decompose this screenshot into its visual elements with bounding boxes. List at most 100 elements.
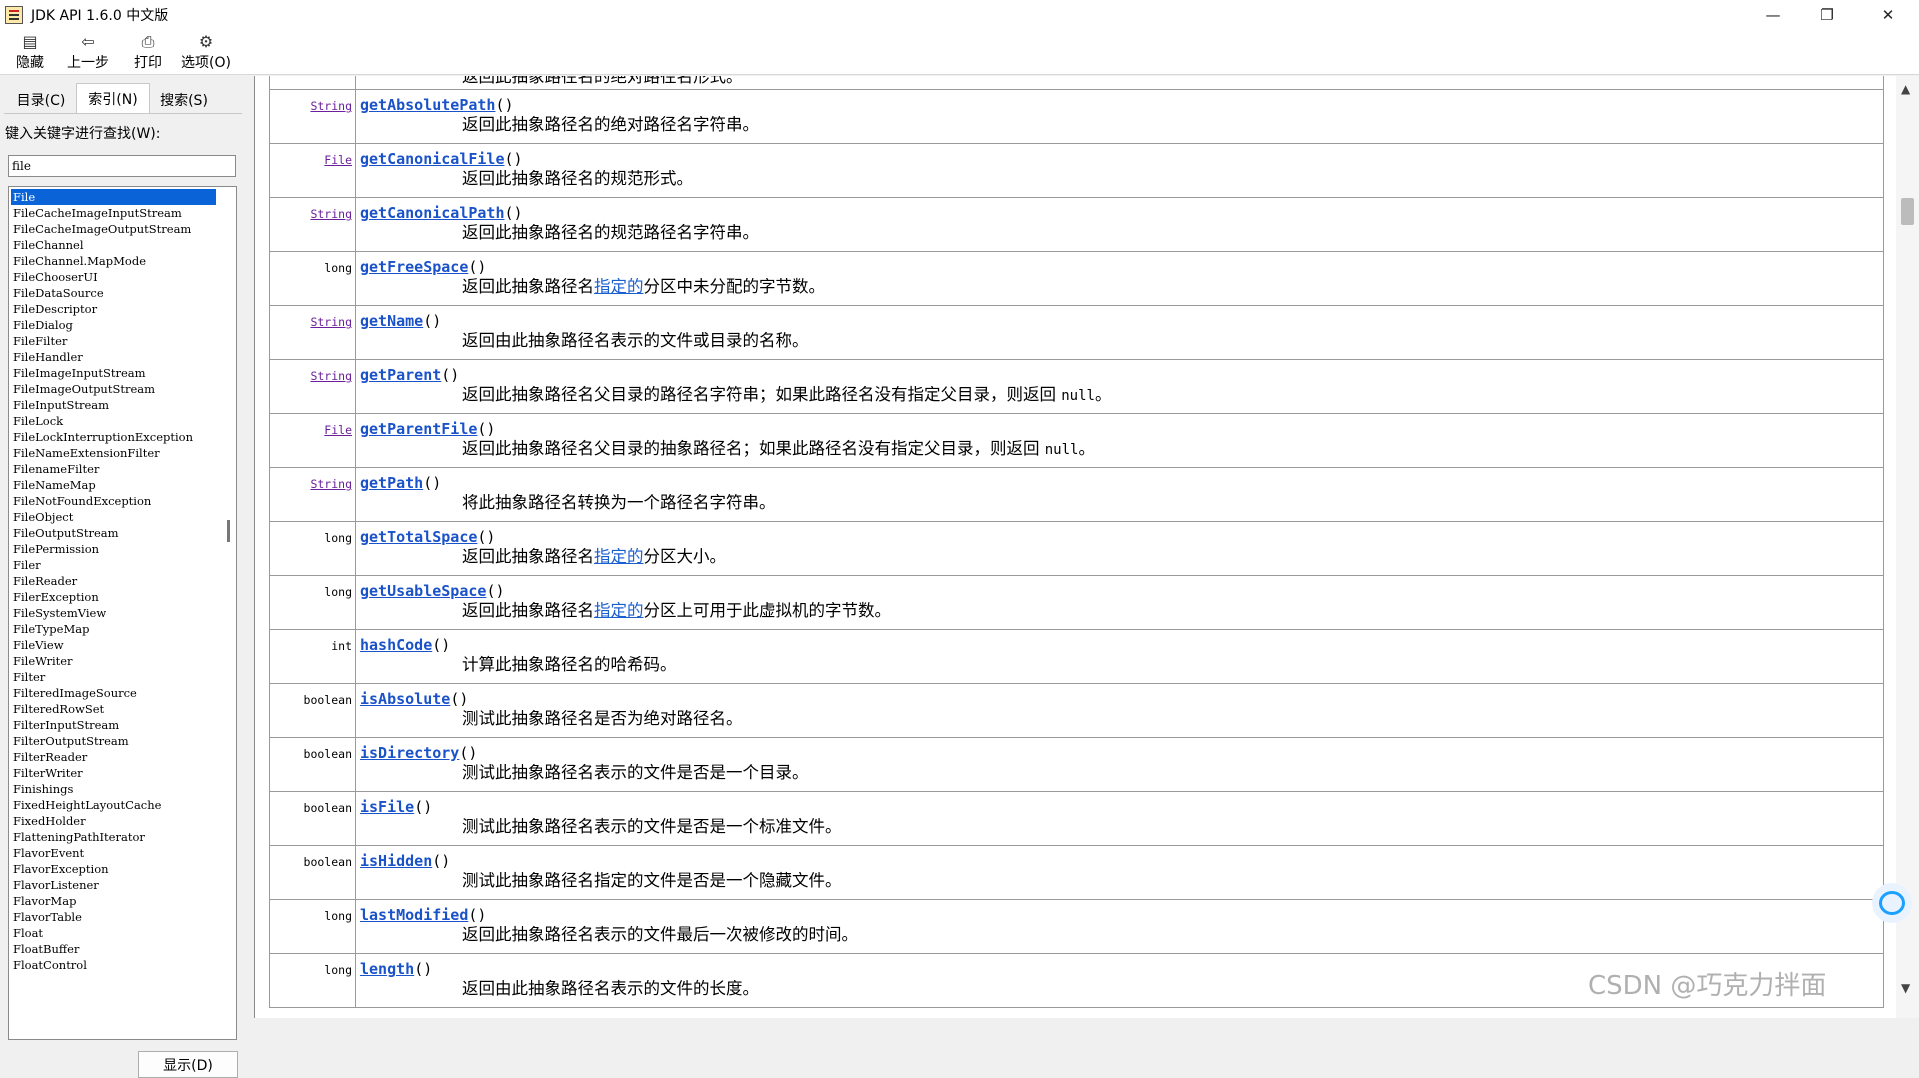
index-list-item[interactable]: FileDialog — [11, 317, 216, 333]
method-name-link[interactable]: isAbsolute — [360, 690, 450, 708]
index-list-item[interactable]: FilePermission — [11, 541, 216, 557]
keyword-input[interactable]: file — [8, 155, 236, 177]
maximize-button[interactable]: ❐ — [1804, 0, 1850, 30]
method-name-link[interactable]: getFreeSpace — [360, 258, 468, 276]
scroll-down-icon[interactable]: ▼ — [1901, 981, 1910, 995]
index-list-item[interactable]: FileHandler — [11, 349, 216, 365]
index-list-item[interactable]: FilteredImageSource — [11, 685, 216, 701]
index-list-item[interactable]: FlavorTable — [11, 909, 216, 925]
index-list-item[interactable]: FilterReader — [11, 749, 216, 765]
tab-search[interactable]: 搜索(S) — [155, 86, 213, 113]
return-type[interactable]: String — [270, 306, 356, 359]
index-list-item[interactable]: FileDataSource — [11, 285, 216, 301]
index-list-item[interactable]: FileReader — [11, 573, 216, 589]
index-list-item[interactable]: FixedHeightLayoutCache — [11, 797, 216, 813]
index-list-item[interactable]: FileNameMap — [11, 477, 216, 493]
options-button[interactable]: ⚙ 选项(O) — [178, 32, 234, 74]
method-name-link[interactable]: hashCode — [360, 636, 432, 654]
index-list-scroll-thumb[interactable] — [227, 520, 230, 542]
return-type[interactable]: String — [270, 360, 356, 413]
close-button[interactable]: ✕ — [1865, 0, 1911, 30]
return-type[interactable]: File — [270, 414, 356, 467]
scroll-up-icon[interactable]: ▲ — [1901, 82, 1910, 96]
index-list-item[interactable]: FileWriter — [11, 653, 216, 669]
method-name-link[interactable]: getAbsolutePath — [360, 96, 495, 114]
index-list-item[interactable]: FileNameExtensionFilter — [11, 445, 216, 461]
index-list-item[interactable]: FilerException — [11, 589, 216, 605]
index-list-item[interactable]: FileCacheImageOutputStream — [11, 221, 216, 237]
index-list-item[interactable]: FlatteningPathIterator — [11, 829, 216, 845]
index-list-item[interactable]: FixedHolder — [11, 813, 216, 829]
index-list-item[interactable]: FileFilter — [11, 333, 216, 349]
index-list-item[interactable]: FilenameFilter — [11, 461, 216, 477]
index-list-item[interactable]: Filter — [11, 669, 216, 685]
index-list-item[interactable]: FilterOutputStream — [11, 733, 216, 749]
method-name-link[interactable]: isHidden — [360, 852, 432, 870]
index-list-item[interactable]: FileInputStream — [11, 397, 216, 413]
tab-index[interactable]: 索引(N) — [76, 83, 150, 113]
index-list-item[interactable]: FileSystemView — [11, 605, 216, 621]
index-list-item[interactable]: FlavorException — [11, 861, 216, 877]
show-button[interactable]: 显示(D) — [138, 1051, 238, 1078]
content-scroll-thumb[interactable] — [1901, 198, 1914, 225]
index-list-item[interactable]: FileLock — [11, 413, 216, 429]
method-name-link[interactable]: isDirectory — [360, 744, 459, 762]
method-name-link[interactable]: getCanonicalFile — [360, 150, 505, 168]
index-list-item[interactable]: FlavorListener — [11, 877, 216, 893]
index-list-item[interactable]: FlavorEvent — [11, 845, 216, 861]
back-button[interactable]: ⇦ 上一步 — [63, 32, 113, 74]
method-name-link[interactable]: getCanonicalPath — [360, 204, 505, 222]
method-name-link[interactable]: getName — [360, 312, 423, 330]
minimize-button[interactable]: — — [1750, 0, 1796, 30]
index-list-item[interactable]: FileView — [11, 637, 216, 653]
method-name-link[interactable]: getUsableSpace — [360, 582, 486, 600]
index-list-scrollbar[interactable] — [221, 188, 235, 1038]
chat-assistant-icon[interactable] — [1872, 883, 1912, 923]
index-list-item[interactable]: FloatBuffer — [11, 941, 216, 957]
index-list-item[interactable]: FileChooserUI — [11, 269, 216, 285]
index-list-item[interactable]: Float — [11, 925, 216, 941]
method-parens: () — [441, 366, 460, 384]
method-name-link[interactable]: getParentFile — [360, 420, 477, 438]
index-list-item[interactable]: FileImageInputStream — [11, 365, 216, 381]
method-name-link[interactable]: getParent — [360, 366, 441, 384]
index-list-item[interactable]: FilteredRowSet — [11, 701, 216, 717]
method-name-link[interactable]: length — [360, 960, 414, 978]
index-list-item[interactable]: FileCacheImageInputStream — [11, 205, 216, 221]
hide-button[interactable]: ▤ 隐藏 — [12, 32, 48, 74]
index-list-item[interactable]: FilterWriter — [11, 765, 216, 781]
index-list-item[interactable]: Finishings — [11, 781, 216, 797]
return-type[interactable]: String — [270, 198, 356, 251]
method-name-link[interactable]: getTotalSpace — [360, 528, 477, 546]
index-list-item[interactable]: FloatControl — [11, 957, 216, 973]
index-list-item[interactable]: FileNotFoundException — [11, 493, 216, 509]
return-type[interactable]: File — [270, 144, 356, 197]
description-link[interactable]: 指定的 — [594, 547, 644, 566]
index-list-item[interactable]: FileImageOutputStream — [11, 381, 216, 397]
index-list-item[interactable]: FileTypeMap — [11, 621, 216, 637]
pane-splitter[interactable] — [246, 76, 254, 1018]
index-list-item[interactable]: FileLockInterruptionException — [11, 429, 216, 445]
description-link[interactable]: 指定的 — [594, 601, 644, 620]
index-list-item[interactable]: FileChannel — [11, 237, 216, 253]
index-list-item[interactable]: FileChannel.MapMode — [11, 253, 216, 269]
index-list-item[interactable]: FlavorMap — [11, 893, 216, 909]
method-name-link[interactable]: isFile — [360, 798, 414, 816]
index-list[interactable]: File FileCacheImageInputStream FileCacheIm… — [8, 186, 237, 1040]
index-list-item[interactable]: FileDescriptor — [11, 301, 216, 317]
index-list-item[interactable]: FileObject — [11, 509, 216, 525]
index-list-item[interactable]: FileOutputStream — [11, 525, 216, 541]
return-type[interactable]: String — [270, 468, 356, 521]
print-button[interactable]: ⎙ 打印 — [130, 32, 166, 74]
tab-contents[interactable]: 目录(C) — [12, 86, 70, 113]
index-list-item[interactable]: FilterInputStream — [11, 717, 216, 733]
return-type[interactable]: String — [270, 90, 356, 143]
index-list-item[interactable]: File — [11, 189, 216, 205]
method-name-link[interactable]: getPath — [360, 474, 423, 492]
minimize-icon: — — [1765, 6, 1781, 24]
description-link[interactable]: 指定的 — [594, 277, 644, 296]
method-description: 返回此抽象路径名父目录的路径名字符串；如果此路径名没有指定父目录，则返回 nul… — [462, 385, 1111, 406]
method-name-link[interactable]: lastModified — [360, 906, 468, 924]
content-scrollbar[interactable]: ▲ ▼ — [1896, 76, 1919, 1018]
index-list-item[interactable]: Filer — [11, 557, 216, 573]
